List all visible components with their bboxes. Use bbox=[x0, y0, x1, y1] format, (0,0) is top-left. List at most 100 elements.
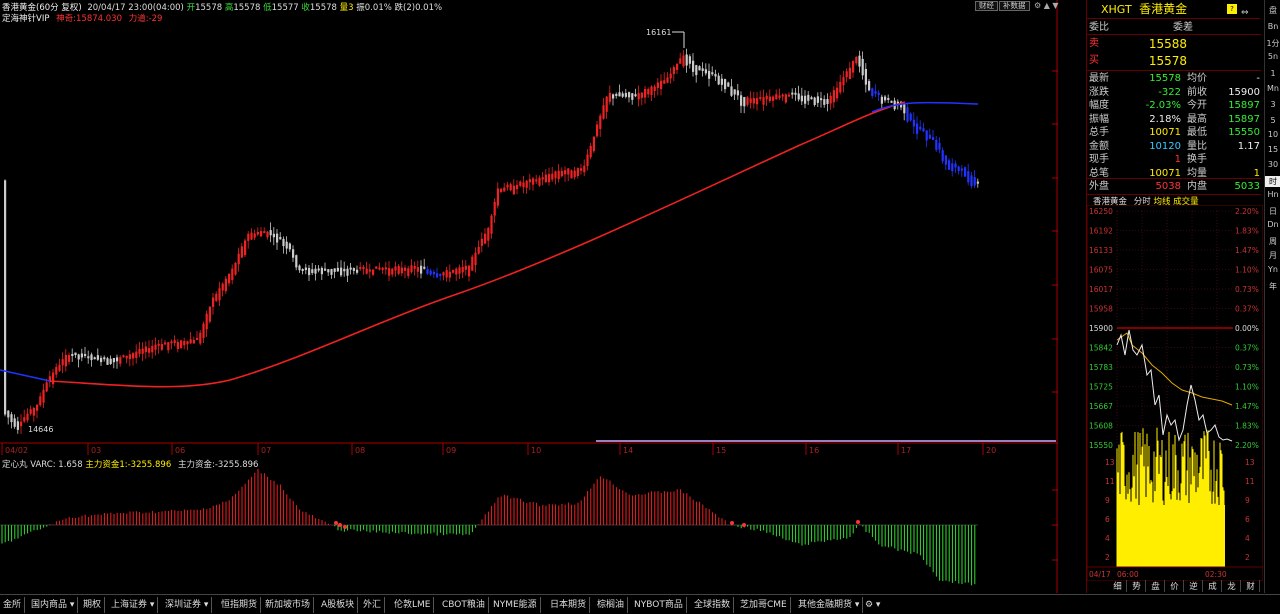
period-tab[interactable]: 时 bbox=[1265, 176, 1280, 187]
market-tab[interactable]: 新加坡市场 bbox=[262, 597, 315, 613]
candle-body bbox=[503, 187, 506, 192]
candle-body bbox=[420, 265, 423, 274]
market-tab[interactable]: A股板块 bbox=[318, 597, 359, 613]
market-tab[interactable]: 恒指期货 bbox=[218, 597, 262, 613]
candle-body bbox=[506, 184, 509, 188]
quote-label: 总手 bbox=[1089, 127, 1109, 138]
market-tab[interactable]: 外汇 bbox=[360, 597, 386, 613]
mini-tab[interactable]: 盘 bbox=[1147, 580, 1165, 592]
intraday-mini-chart[interactable]: 16250 2.20% 16192 1.83% 16133 1.47% 16075 1.10%… bbox=[1087, 205, 1263, 581]
mini-tab[interactable]: 财 bbox=[1242, 580, 1260, 592]
mini-tab[interactable]: 价 bbox=[1166, 580, 1184, 592]
indicator-chart[interactable]: 20000-2000 bbox=[0, 455, 1058, 593]
market-tab[interactable]: 期权 bbox=[80, 597, 106, 613]
candle-body bbox=[484, 233, 487, 244]
period-tab[interactable]: 年 bbox=[1265, 281, 1280, 292]
mini-vol-label: 4 bbox=[1105, 534, 1110, 543]
date-tick-label: 06 bbox=[175, 446, 185, 455]
period-tab[interactable]: 10 bbox=[1265, 130, 1280, 139]
candle-body bbox=[714, 74, 717, 77]
candle-body bbox=[752, 98, 755, 104]
candle-body bbox=[621, 93, 624, 97]
candle-body bbox=[528, 179, 531, 183]
candle-body bbox=[602, 105, 605, 119]
candle-body bbox=[266, 231, 269, 238]
candle-body bbox=[720, 78, 723, 85]
period-tab[interactable]: 日 bbox=[1265, 206, 1280, 217]
candle-body bbox=[93, 357, 96, 360]
mini-tab[interactable]: 龙 bbox=[1223, 580, 1241, 592]
period-tab[interactable]: 周 bbox=[1265, 236, 1280, 247]
candle-body bbox=[704, 69, 707, 74]
mini-tab[interactable]: 逆 bbox=[1185, 580, 1203, 592]
date-tick-label: 10 bbox=[531, 446, 541, 455]
period-tab[interactable]: Bn bbox=[1265, 22, 1280, 31]
settings-icon[interactable]: ⚙ ▾ bbox=[862, 597, 883, 613]
candle-body bbox=[583, 165, 586, 173]
help-icon[interactable]: ? bbox=[1227, 4, 1237, 14]
market-tab[interactable]: 国内商品 ▾ bbox=[28, 597, 79, 613]
market-tab[interactable]: CBOT粮油 bbox=[439, 597, 489, 613]
mini-tab[interactable]: 细 bbox=[1109, 580, 1127, 592]
market-tab[interactable]: 深圳证券 ▾ bbox=[162, 597, 213, 613]
mini-pct-label: 1.83% bbox=[1235, 422, 1259, 431]
news-button[interactable]: 财经 bbox=[975, 1, 998, 11]
candle-body bbox=[669, 73, 672, 79]
candle-body bbox=[368, 269, 371, 272]
market-tab[interactable]: NYME能源 bbox=[490, 597, 541, 613]
candle-body bbox=[615, 93, 618, 96]
market-tab[interactable]: 棕榈油 bbox=[594, 597, 629, 613]
market-tab[interactable]: 金所 bbox=[0, 597, 26, 613]
mini-price-label: 16192 bbox=[1089, 227, 1113, 236]
period-tab[interactable]: 5 bbox=[1265, 116, 1280, 125]
market-tab[interactable]: 伦敦LME bbox=[391, 597, 435, 613]
period-tab[interactable]: Hn bbox=[1265, 190, 1280, 199]
candle-body bbox=[599, 115, 602, 130]
market-tab[interactable]: 上海证券 ▾ bbox=[108, 597, 159, 613]
candle-body bbox=[618, 92, 621, 97]
window-controls-icon[interactable]: ⚙ ▲ ▼ bbox=[1034, 1, 1059, 10]
market-tab[interactable]: 其他金融期货 ▾ bbox=[795, 597, 864, 613]
market-tab[interactable]: NYBOT商品 bbox=[631, 597, 687, 613]
market-tab[interactable]: 日本期货 bbox=[547, 597, 591, 613]
period-tab[interactable]: Yn bbox=[1265, 265, 1280, 274]
period-tab[interactable]: 30 bbox=[1265, 160, 1280, 169]
period-tab[interactable]: Dn bbox=[1265, 220, 1280, 229]
candle-body bbox=[356, 269, 359, 273]
mini-tab[interactable]: 势 bbox=[1128, 580, 1146, 592]
candle-body bbox=[458, 267, 461, 274]
period-tab[interactable]: 15 bbox=[1265, 145, 1280, 154]
mini-tab[interactable]: 成 bbox=[1204, 580, 1222, 592]
market-tab[interactable]: 全球指数 bbox=[691, 597, 735, 613]
market-tab[interactable]: 芝加哥CME bbox=[737, 597, 791, 613]
period-tab[interactable]: 5n bbox=[1265, 52, 1280, 61]
candle-body bbox=[647, 89, 650, 95]
quote-value: 15578 bbox=[1149, 73, 1181, 84]
candle-body bbox=[890, 100, 893, 103]
candle-body bbox=[52, 372, 55, 385]
candle-body bbox=[829, 95, 832, 104]
candle-body bbox=[410, 265, 413, 272]
period-tab[interactable]: Mn bbox=[1265, 84, 1280, 93]
period-tab[interactable]: 3 bbox=[1265, 100, 1280, 109]
candle-body bbox=[548, 174, 551, 183]
fill-data-button[interactable]: 补数据 bbox=[999, 1, 1030, 11]
mini-pct-label: 1.47% bbox=[1235, 246, 1259, 255]
candle-body bbox=[16, 421, 19, 430]
period-tab[interactable]: 盘 bbox=[1265, 5, 1280, 16]
period-tab[interactable]: 1分 bbox=[1265, 38, 1280, 49]
mini-vol-label: 6 bbox=[1105, 515, 1110, 524]
candle-body bbox=[71, 353, 74, 356]
period-tab[interactable]: 1 bbox=[1265, 69, 1280, 78]
candlestick-chart[interactable]: 1600015800156001540015200150001480004/02… bbox=[0, 0, 1058, 455]
mini-pct-label: 0.73% bbox=[1235, 285, 1259, 294]
candle-body bbox=[202, 323, 205, 338]
candle-body bbox=[576, 168, 579, 176]
signal-line-left bbox=[0, 369, 51, 382]
candle-body bbox=[288, 243, 291, 250]
signal-dot bbox=[730, 521, 734, 525]
candle-body bbox=[925, 130, 928, 141]
mini-pct-label: 2.20% bbox=[1235, 207, 1259, 216]
period-tab[interactable]: 月 bbox=[1265, 250, 1280, 261]
quote-value: -2.03% bbox=[1145, 100, 1181, 111]
